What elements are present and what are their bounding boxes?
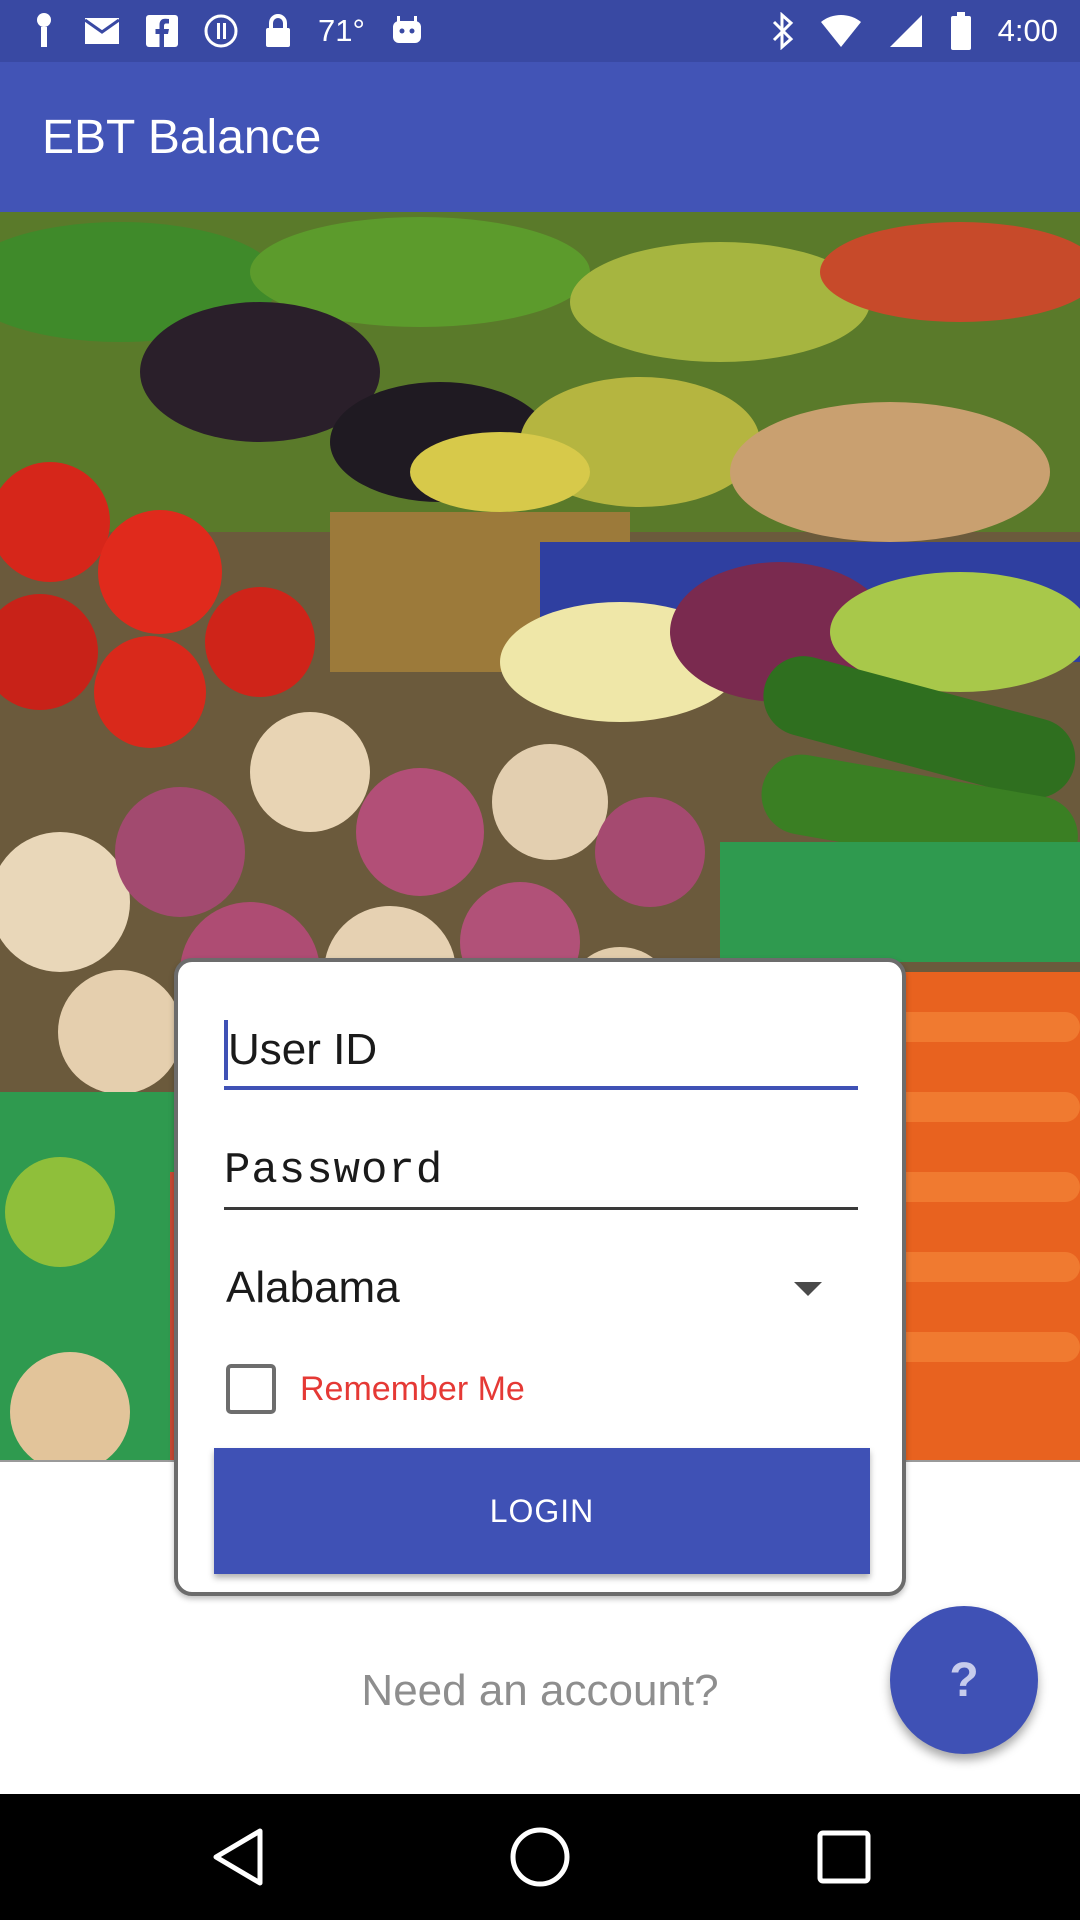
user-id-input[interactable] — [224, 1014, 858, 1086]
android-icon — [391, 11, 423, 51]
dropdown-arrow-icon — [794, 1282, 822, 1296]
app-title: EBT Balance — [42, 111, 322, 164]
facebook-icon — [146, 11, 178, 51]
state-dropdown-value: Alabama — [226, 1263, 400, 1312]
back-button[interactable] — [205, 1824, 271, 1890]
remember-me-label[interactable]: Remember Me — [300, 1370, 525, 1409]
text-cursor — [224, 1020, 228, 1080]
recents-square-icon — [817, 1830, 871, 1884]
remember-me-row[interactable]: Remember Me — [226, 1354, 525, 1424]
mail-icon — [84, 11, 120, 51]
password-input[interactable] — [224, 1134, 858, 1207]
notification-icon — [30, 11, 58, 51]
clock-text: 4:00 — [997, 13, 1058, 48]
app-bar: EBT Balance — [0, 62, 1080, 212]
user-id-field-wrapper — [224, 1014, 858, 1090]
bluetooth-icon — [772, 11, 794, 51]
home-button[interactable] — [507, 1824, 573, 1890]
navigation-bar — [0, 1794, 1080, 1920]
login-button[interactable]: LOGIN — [214, 1448, 870, 1574]
back-triangle-icon — [213, 1828, 263, 1886]
lock-icon — [264, 11, 292, 51]
help-question-icon: ? — [949, 1653, 979, 1707]
battery-icon — [950, 11, 972, 51]
status-bar: 71° 4:00 — [0, 0, 1080, 62]
signal-icon — [888, 11, 924, 51]
password-field-wrapper — [224, 1134, 858, 1210]
temperature-text: 71° — [318, 13, 365, 48]
sync-icon — [204, 11, 238, 51]
remember-me-checkbox[interactable] — [226, 1364, 276, 1414]
recents-button[interactable] — [811, 1824, 877, 1890]
help-button[interactable]: ? — [890, 1606, 1038, 1754]
state-dropdown[interactable]: Alabama — [226, 1248, 846, 1328]
login-card: Alabama Remember Me LOGIN — [174, 958, 906, 1596]
wifi-icon — [820, 11, 862, 51]
home-circle-icon — [510, 1827, 570, 1887]
